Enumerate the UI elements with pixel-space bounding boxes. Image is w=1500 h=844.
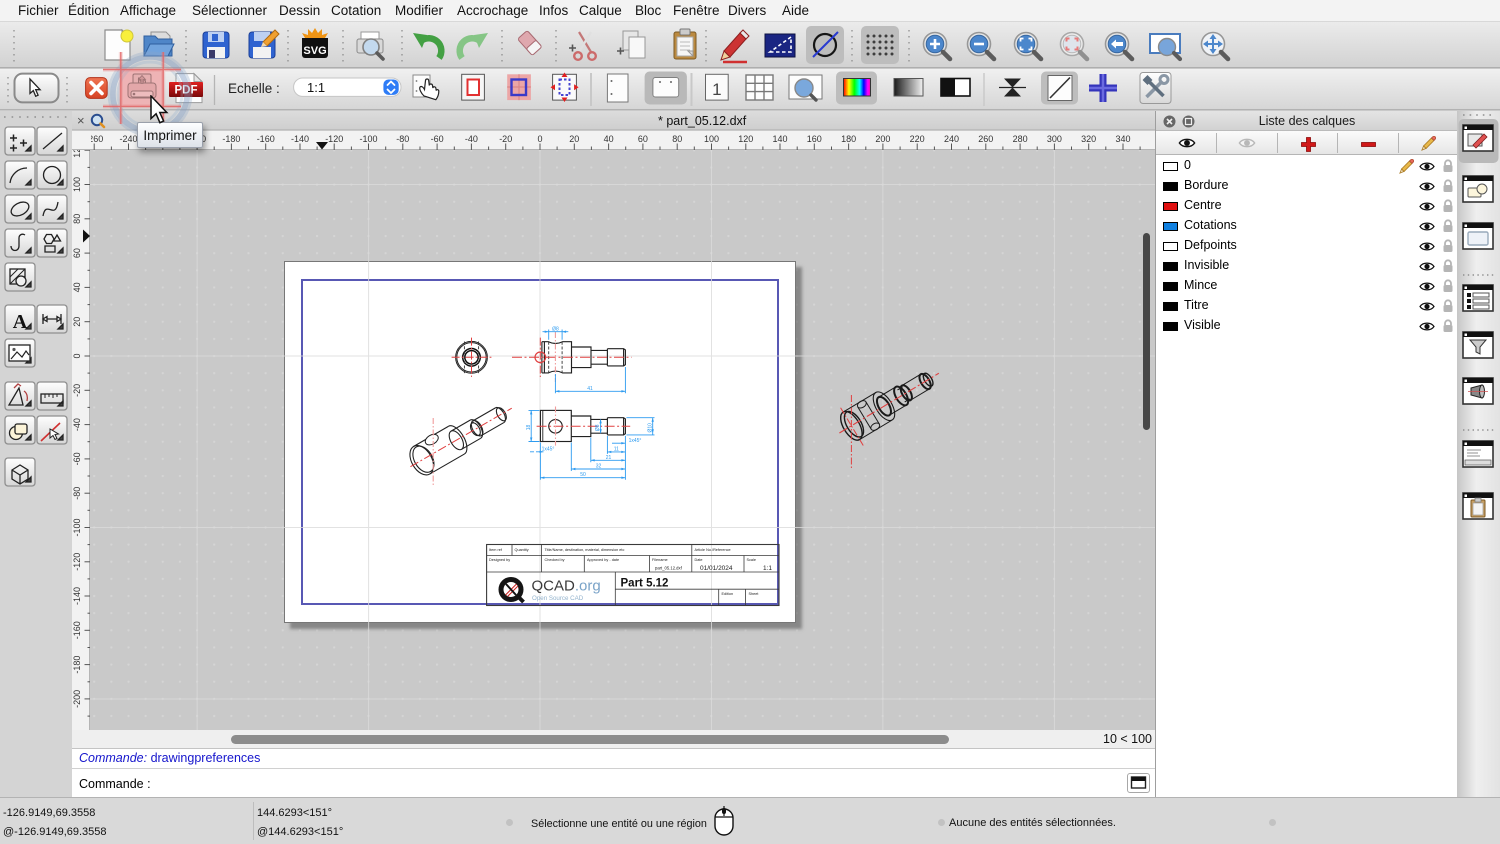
svg-text:-60: -60: [431, 134, 444, 144]
svg-text:-100: -100: [72, 518, 82, 536]
svg-text:Ø8: Ø8: [595, 424, 601, 431]
svg-text:100: 100: [704, 134, 719, 144]
svg-text:-180: -180: [222, 134, 240, 144]
svg-text:-180: -180: [72, 656, 82, 674]
svg-text:20: 20: [569, 134, 579, 144]
svg-text:Part 5.12: Part 5.12: [621, 577, 669, 589]
svg-text:18: 18: [526, 425, 532, 431]
svg-text:20: 20: [72, 317, 82, 327]
svg-text:0: 0: [537, 134, 542, 144]
svg-text:1: 1: [712, 80, 721, 99]
svg-text:41: 41: [587, 386, 593, 392]
svg-text:Date: Date: [695, 558, 703, 562]
svg-text:1x45°: 1x45°: [629, 438, 642, 444]
svg-text:-20: -20: [72, 384, 82, 397]
svg-text:80: 80: [672, 134, 682, 144]
svg-text:80: 80: [72, 214, 82, 224]
svg-text:32: 32: [596, 464, 602, 470]
svg-text:Title/Name, destination, mater: Title/Name, destination, material, dimen…: [545, 548, 625, 552]
svg-text:320: 320: [1081, 134, 1096, 144]
svg-text:SVG: SVG: [303, 45, 326, 57]
svg-text:11: 11: [614, 446, 619, 452]
svg-text:Article No./Reference: Article No./Reference: [695, 548, 731, 552]
svg-text:QCAD.org: QCAD.org: [532, 578, 601, 595]
svg-text:280: 280: [1013, 134, 1028, 144]
svg-text:Sheet: Sheet: [749, 592, 760, 596]
svg-text:Quantity: Quantity: [515, 548, 529, 552]
svg-text:-140: -140: [291, 134, 309, 144]
svg-text:300: 300: [1047, 134, 1062, 144]
svg-text:240: 240: [944, 134, 959, 144]
svg-text:-80: -80: [72, 487, 82, 500]
svg-text:-160: -160: [72, 621, 82, 639]
svg-text:40: 40: [604, 134, 614, 144]
svg-text:-120: -120: [325, 134, 343, 144]
svg-text:160: 160: [807, 134, 822, 144]
svg-text:1x45°: 1x45°: [542, 447, 555, 453]
svg-text:-80: -80: [396, 134, 409, 144]
svg-text:60: 60: [638, 134, 648, 144]
svg-text:Filename: Filename: [652, 558, 668, 562]
svg-text:Checked by: Checked by: [545, 558, 565, 562]
svg-text:A: A: [13, 311, 28, 333]
svg-text:-40: -40: [72, 418, 82, 431]
svg-text:Edition: Edition: [722, 592, 734, 596]
svg-text:-20: -20: [499, 134, 512, 144]
svg-text:120: 120: [72, 150, 82, 158]
svg-text:01/01/2024: 01/01/2024: [700, 565, 733, 572]
svg-text:-120: -120: [72, 553, 82, 571]
svg-text:-100: -100: [359, 134, 377, 144]
svg-text:100: 100: [72, 177, 82, 192]
svg-text:Scale: Scale: [747, 558, 757, 562]
svg-text:40: 40: [72, 282, 82, 292]
svg-text:200: 200: [875, 134, 890, 144]
svg-text:Ø10: Ø10: [647, 423, 653, 433]
svg-text:-200: -200: [72, 690, 82, 708]
svg-text:0: 0: [72, 353, 82, 358]
svg-text:60: 60: [72, 248, 82, 258]
svg-text:-140: -140: [72, 587, 82, 605]
svg-text:Open Source CAD: Open Source CAD: [532, 595, 584, 602]
svg-text:-40: -40: [465, 134, 478, 144]
svg-text:Designed by: Designed by: [489, 558, 510, 562]
svg-text:Echelle :: Echelle :: [228, 81, 280, 96]
svg-text:1:1: 1:1: [763, 565, 772, 572]
svg-text:220: 220: [910, 134, 925, 144]
svg-text:50: 50: [580, 472, 586, 478]
svg-text:-160: -160: [257, 134, 275, 144]
svg-text:-60: -60: [72, 452, 82, 465]
svg-text:21: 21: [606, 455, 612, 461]
svg-text:Ø8: Ø8: [552, 326, 559, 332]
svg-text:120: 120: [738, 134, 753, 144]
svg-text:1:1: 1:1: [307, 80, 325, 95]
svg-text:Item ref: Item ref: [489, 548, 503, 552]
svg-text:180: 180: [841, 134, 856, 144]
svg-text:260: 260: [978, 134, 993, 144]
svg-text:340: 340: [1115, 134, 1130, 144]
svg-text:part_05.12.dxf: part_05.12.dxf: [655, 566, 683, 571]
svg-text:140: 140: [772, 134, 787, 144]
svg-text:Approved by - date: Approved by - date: [587, 558, 619, 562]
